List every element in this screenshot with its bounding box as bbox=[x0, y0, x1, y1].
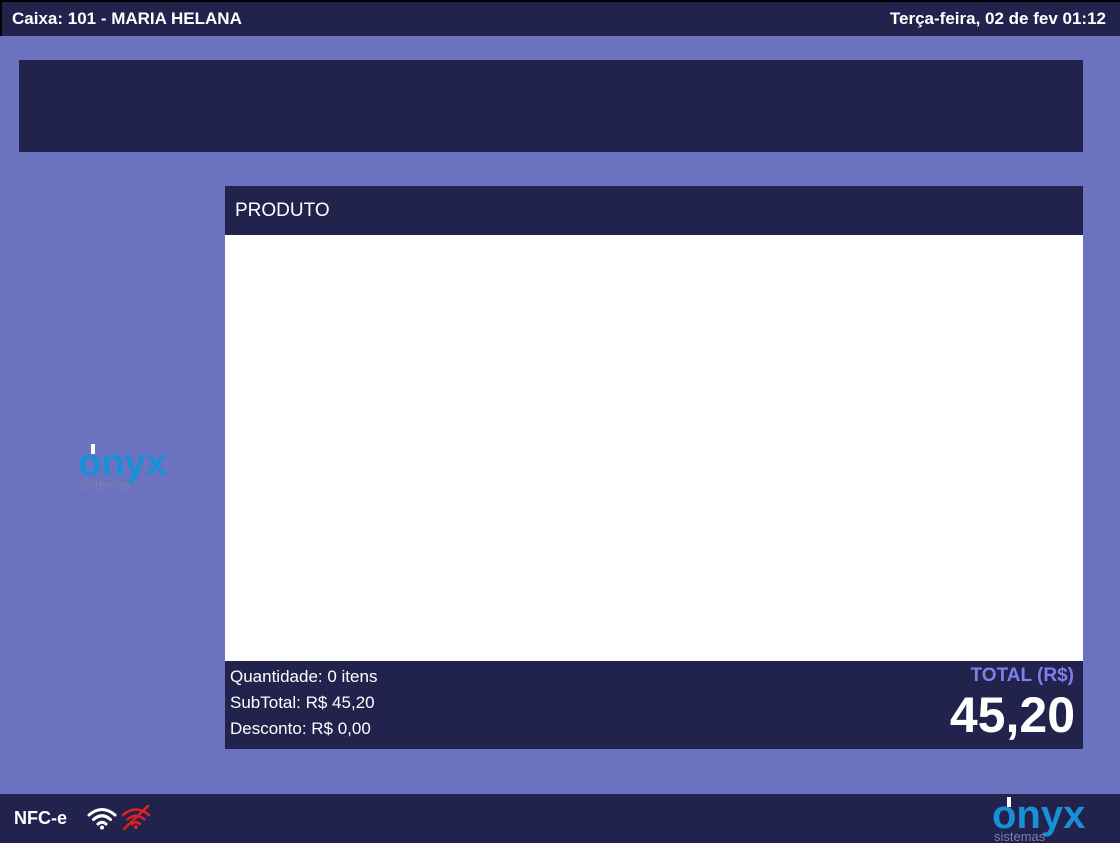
product-header-label: PRODUTO bbox=[235, 199, 330, 221]
svg-text:sistemas: sistemas bbox=[994, 829, 1046, 842]
subtotal-label: SubTotal: R$ 45,20 bbox=[230, 693, 375, 712]
nfce-mode-label: NFC-e bbox=[14, 808, 67, 828]
discount-label: Desconto: R$ 0,00 bbox=[230, 719, 371, 738]
sale-summary: Quantidade: 0 itens SubTotal: R$ 45,20 D… bbox=[225, 661, 1083, 749]
onyx-logo: onyx sistemas bbox=[992, 796, 1085, 842]
total-label: TOTAL (R$) bbox=[970, 665, 1074, 686]
wifi-icon bbox=[87, 808, 117, 830]
top-bar: Caixa: 101 - MARIA HELANA Terça-feira, 0… bbox=[0, 0, 1120, 36]
product-panel-header: PRODUTO bbox=[225, 186, 1083, 235]
quantity-label: Quantidade: 0 itens bbox=[230, 667, 378, 686]
cashier-label: Caixa: 101 - MARIA HELANA bbox=[12, 9, 242, 28]
wifi-off-icon bbox=[121, 804, 151, 830]
status-bar: NFC-e onyx sistemas bbox=[0, 794, 1120, 843]
onyx-logo: onyx sistemas bbox=[78, 442, 167, 492]
message-banner bbox=[19, 60, 1083, 152]
total-value: 45,20 bbox=[949, 687, 1075, 743]
product-list[interactable] bbox=[225, 235, 1083, 661]
datetime-label: Terça-feira, 02 de fev 01:12 bbox=[889, 9, 1106, 28]
svg-text:sistemas: sistemas bbox=[79, 477, 131, 492]
